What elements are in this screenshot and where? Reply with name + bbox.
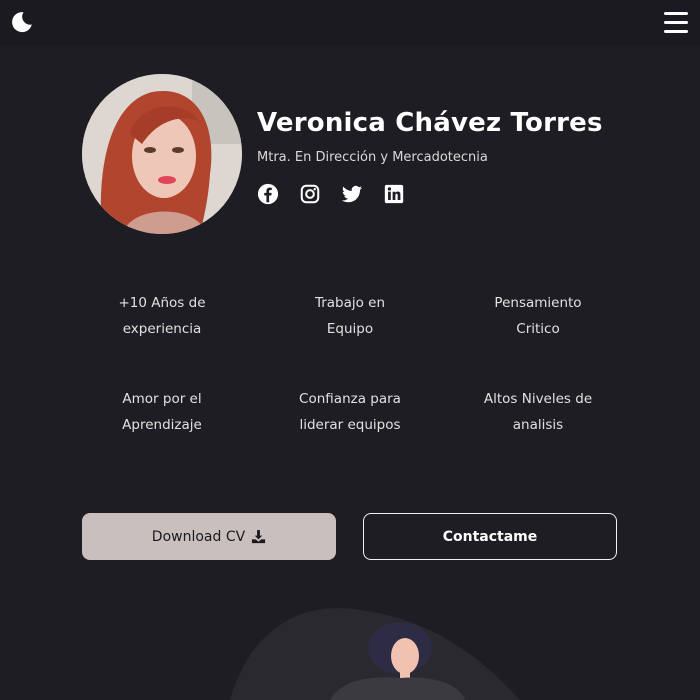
hamburger-menu-icon[interactable] [664,12,688,34]
download-cv-button[interactable]: Download CV [82,513,336,560]
download-cv-label: Download CV [151,528,246,545]
twitter-icon[interactable] [341,183,363,205]
download-icon [252,529,266,544]
linkedin-icon[interactable] [383,183,405,205]
quality-item: Pensamiento Critico [494,295,582,337]
top-navigation-bar [0,0,700,46]
contact-button[interactable]: Contactame [363,513,617,560]
quality-item: Trabajo en Equipo [314,295,386,337]
quality-item: Confianza para liderar equipos [299,391,401,433]
quality-item: +10 Años de experiencia [118,295,206,337]
hero-illustration [230,608,520,700]
quality-item: Amor por el Aprendizaje [122,391,202,433]
quality-item: Altos Niveles de analisis [483,391,593,433]
social-links [257,183,405,205]
facebook-icon[interactable] [257,183,279,205]
profile-photo [82,74,242,234]
qualities-grid: +10 Años de experiencia Trabajo en Equip… [68,290,632,438]
instagram-icon[interactable] [299,183,321,205]
profile-title: Mtra. En Dirección y Mercadotecnia [257,150,488,165]
contact-label: Contactame [442,528,538,545]
profile-name: Veronica Chávez Torres [257,108,603,138]
moon-icon[interactable] [10,10,34,34]
